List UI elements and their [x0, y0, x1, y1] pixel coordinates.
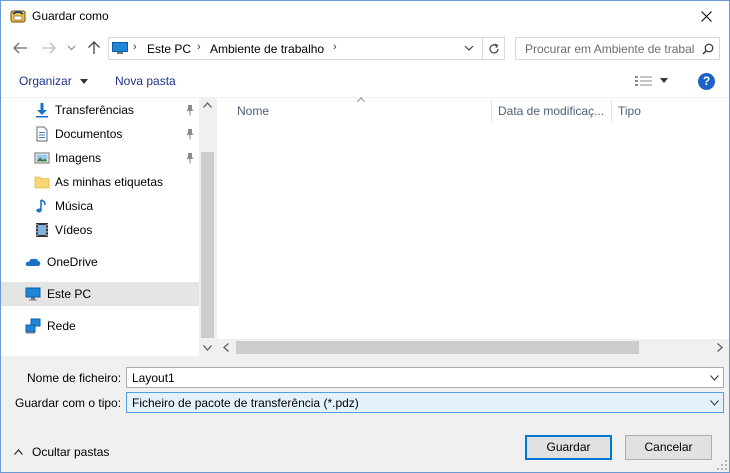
download-icon	[36, 103, 48, 118]
sidebar-item-label: Documentos	[55, 127, 123, 141]
scrollbar-thumb[interactable]	[236, 341, 639, 354]
recent-locations-icon[interactable]	[67, 41, 76, 55]
search-icon[interactable]	[702, 43, 714, 55]
sidebar-item-label: OneDrive	[47, 255, 98, 269]
pin-icon[interactable]	[185, 128, 195, 140]
chevron-right-icon[interactable]: ›	[197, 41, 201, 53]
pin-icon[interactable]	[185, 152, 195, 164]
sidebar-item-label: Este PC	[47, 287, 92, 301]
chevron-right-icon[interactable]: ›	[333, 41, 337, 53]
address-bar[interactable]: › Este PC › Ambiente de trabalho ›	[108, 37, 505, 60]
window-title: Guardar como	[32, 9, 109, 23]
sidebar-item-videos[interactable]: Vídeos	[1, 218, 199, 242]
filetype-label: Guardar com o tipo:	[15, 396, 122, 410]
title-bar[interactable]: Guardar como	[1, 1, 729, 32]
save-button[interactable]: Guardar	[525, 435, 612, 460]
documents-icon	[36, 126, 48, 142]
filename-row: Nome de ficheiro: Layout1	[1, 367, 729, 389]
search-placeholder: Procurar em Ambiente de trabalho	[525, 42, 695, 56]
sidebar-item-label: As minhas etiquetas	[55, 175, 164, 189]
onedrive-icon	[25, 258, 41, 266]
column-divider[interactable]	[491, 100, 492, 122]
videos-icon	[36, 223, 48, 237]
back-arrow-icon[interactable]	[12, 41, 28, 55]
chevron-right-icon[interactable]: ›	[133, 41, 137, 53]
breadcrumb-este-pc[interactable]: Este PC	[147, 42, 191, 56]
filename-label: Nome de ficheiro:	[27, 371, 122, 385]
view-options-icon[interactable]	[635, 75, 653, 87]
chevron-up-icon[interactable]	[203, 102, 212, 108]
refresh-button[interactable]	[482, 38, 504, 59]
scrollbar-thumb[interactable]	[201, 152, 214, 338]
computer-icon	[112, 42, 128, 54]
sidebar-item-label: Vídeos	[55, 223, 93, 237]
folder-icon	[34, 176, 50, 189]
sidebar-item-downloads[interactable]: Transferências	[1, 98, 199, 122]
sidebar-item-pictures[interactable]: Imagens	[1, 146, 199, 170]
chevron-up-icon	[14, 449, 23, 455]
app-icon	[10, 10, 26, 23]
filetype-select[interactable]: Ficheiro de pacote de transferência (*.p…	[126, 392, 724, 413]
navigation-bar: › Este PC › Ambiente de trabalho › Procu…	[1, 32, 729, 64]
file-list[interactable]: Nome Data de modificaç... Tipo	[217, 97, 729, 356]
chevron-left-icon[interactable]	[223, 343, 229, 352]
resize-grip-icon[interactable]	[717, 460, 727, 470]
column-divider[interactable]	[611, 100, 612, 122]
chevron-down-icon[interactable]	[710, 400, 719, 406]
column-header-type[interactable]: Tipo	[618, 98, 718, 123]
filetype-value: Ficheiro de pacote de transferência (*.p…	[132, 396, 359, 410]
column-header-date-modified[interactable]: Data de modificaç...	[498, 98, 610, 123]
up-arrow-icon[interactable]	[87, 41, 101, 55]
chevron-down-icon	[80, 79, 89, 85]
sidebar-item-label: Rede	[47, 319, 76, 333]
address-dropdown-icon[interactable]	[464, 43, 474, 53]
sidebar-item-documents[interactable]: Documentos	[1, 122, 199, 146]
organize-button[interactable]: Organizar	[19, 74, 89, 88]
view-dropdown-icon[interactable]	[660, 78, 668, 84]
help-icon[interactable]: ?	[698, 73, 715, 90]
close-icon	[701, 11, 712, 22]
computer-icon	[25, 287, 41, 301]
organize-label: Organizar	[19, 74, 72, 88]
navigation-pane: Transferências Documentos Imagens As min…	[1, 98, 216, 356]
save-as-dialog: Guardar como › Este PC › Ambiente de tra…	[0, 0, 730, 473]
filename-value: Layout1	[132, 371, 175, 385]
chevron-down-icon[interactable]	[203, 345, 212, 351]
nav-vertical-scrollbar[interactable]	[199, 98, 216, 356]
pictures-icon	[34, 152, 50, 164]
forward-arrow-icon[interactable]	[41, 41, 57, 55]
sidebar-item-label: Imagens	[55, 151, 102, 165]
sidebar-item-onedrive[interactable]: OneDrive	[1, 250, 199, 274]
sidebar-item-this-pc[interactable]: Este PC	[1, 282, 199, 306]
cancel-button[interactable]: Cancelar	[625, 435, 712, 460]
search-input[interactable]: Procurar em Ambiente de trabalho	[515, 37, 720, 60]
new-folder-button[interactable]: Nova pasta	[115, 74, 176, 88]
filetype-row: Guardar com o tipo: Ficheiro de pacote d…	[1, 392, 729, 414]
network-icon	[25, 318, 41, 334]
hide-folders-label: Ocultar pastas	[32, 445, 110, 459]
sidebar-item-network[interactable]: Rede	[1, 314, 199, 338]
sidebar-item-music[interactable]: Música	[1, 194, 199, 218]
chevron-down-icon[interactable]	[710, 375, 719, 381]
command-bar: Organizar Nova pasta ?	[1, 64, 729, 98]
column-header-name[interactable]: Nome	[237, 98, 487, 123]
refresh-icon	[488, 42, 499, 53]
music-icon	[36, 199, 46, 213]
close-button[interactable]	[684, 1, 729, 32]
pin-icon[interactable]	[185, 104, 195, 116]
file-list-horizontal-scrollbar[interactable]	[217, 339, 729, 356]
sidebar-item-my-tags[interactable]: As minhas etiquetas	[1, 170, 199, 194]
breadcrumb-desktop[interactable]: Ambiente de trabalho	[210, 42, 324, 56]
sidebar-item-label: Transferências	[55, 103, 134, 117]
chevron-right-icon[interactable]	[717, 343, 723, 352]
filename-field[interactable]: Layout1	[126, 367, 724, 388]
sidebar-item-label: Música	[55, 199, 94, 213]
